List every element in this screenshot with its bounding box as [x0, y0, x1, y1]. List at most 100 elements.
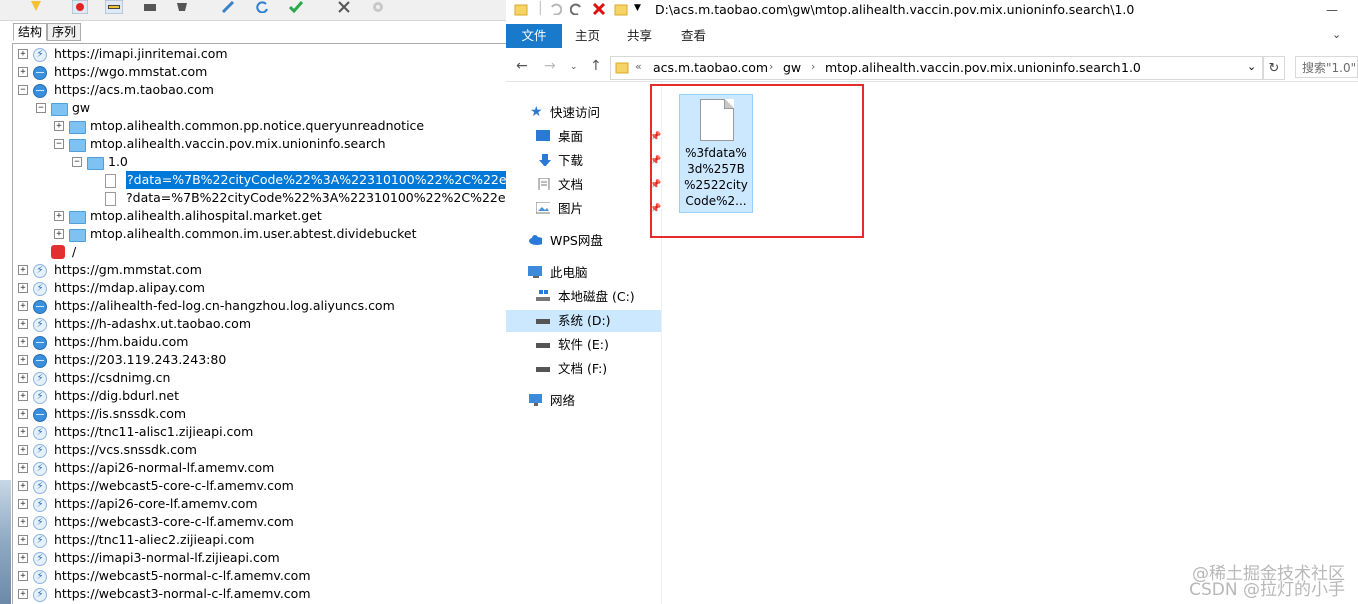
expand-toggle-icon[interactable]: + [18, 355, 28, 365]
expand-toggle-icon[interactable]: + [18, 481, 28, 491]
expand-toggle-icon[interactable]: + [18, 553, 28, 563]
tab-home[interactable]: 主页 [575, 24, 600, 48]
nav-drive-f[interactable]: 文档 (F:) [536, 358, 661, 380]
tree-node[interactable]: − gw [13, 99, 506, 117]
breadcrumb-host[interactable]: acs.m.taobao.com [653, 60, 768, 75]
nav-drive-c[interactable]: 本地磁盘 (C:) [536, 286, 661, 308]
tree-node[interactable]: + ⚡ https://api26-normal-lf.amemv.com [13, 459, 506, 477]
tree-node[interactable]: + ⚡ https://vcs.snssdk.com [13, 441, 506, 459]
customize-dropdown-icon[interactable]: ▼ [634, 3, 641, 13]
address-bar[interactable]: « acs.m.taobao.com › gw › mtop.alihealth… [610, 56, 1263, 80]
tree-node[interactable]: + https://hm.baidu.com [13, 333, 506, 351]
nav-desktop[interactable]: 桌面 📌 [536, 126, 661, 148]
expand-toggle-icon[interactable]: + [18, 337, 28, 347]
expand-toggle-icon[interactable]: + [54, 229, 64, 239]
tree-node[interactable]: − mtop.alihealth.vaccin.pov.mix.unioninfo… [13, 135, 506, 153]
recent-dropdown-icon[interactable]: ⌄ [570, 62, 578, 72]
tree-node[interactable]: + ⚡ https://api26-core-lf.amemv.com [13, 495, 506, 513]
expand-toggle-icon[interactable]: + [18, 49, 28, 59]
tree-node[interactable]: ?data=%7B%22cityCode%22%3A%22310100%22%2… [13, 171, 506, 189]
tree-node[interactable]: + https://wgo.mmstat.com [13, 63, 506, 81]
expand-ribbon-icon[interactable]: ⌄ [1332, 28, 1341, 41]
expand-toggle-icon[interactable]: + [54, 121, 64, 131]
tree-node[interactable]: + ⚡ https://imapi.jinritemai.com [13, 45, 506, 63]
expand-toggle-icon[interactable]: + [18, 391, 28, 401]
forward-arrow-icon[interactable]: → [544, 58, 556, 74]
tree-node[interactable]: + https://is.snssdk.com [13, 405, 506, 423]
breakpoint-icon[interactable] [140, 0, 160, 14]
expand-toggle-icon[interactable]: + [18, 283, 28, 293]
address-dropdown-icon[interactable]: ⌄ [1247, 60, 1256, 73]
new-folder-icon[interactable] [614, 2, 628, 16]
check-icon[interactable] [286, 0, 306, 14]
pen-icon[interactable] [26, 0, 46, 14]
tree-node[interactable]: + https://203.119.243.243:80 [13, 351, 506, 369]
tools-icon[interactable] [334, 0, 354, 14]
expand-toggle-icon[interactable]: + [18, 373, 28, 383]
expand-toggle-icon[interactable]: + [18, 409, 28, 419]
tab-share[interactable]: 共享 [627, 24, 652, 48]
expand-toggle-icon[interactable]: + [18, 589, 28, 599]
tree-node[interactable]: + ⚡ https://webcast5-normal-c-lf.amemv.com [13, 567, 506, 585]
tree-node[interactable]: + ⚡ https://dig.bdurl.net [13, 387, 506, 405]
tree-node[interactable]: − 1.0 [13, 153, 506, 171]
tree-node[interactable]: + mtop.alihealth.alihospital.market.get [13, 207, 506, 225]
tab-structure[interactable]: 结构 [13, 23, 48, 41]
tree-node[interactable]: / [13, 243, 506, 261]
collapse-toggle-icon[interactable]: − [54, 139, 64, 149]
expand-toggle-icon[interactable]: + [18, 571, 28, 581]
expand-toggle-icon[interactable]: + [18, 517, 28, 527]
expand-toggle-icon[interactable]: + [54, 211, 64, 221]
tree-node[interactable]: + ⚡ https://h-adashx.ut.taobao.com [13, 315, 506, 333]
tree-node[interactable]: + mtop.alihealth.common.pp.notice.queryun… [13, 117, 506, 135]
expand-toggle-icon[interactable]: + [18, 265, 28, 275]
expand-toggle-icon[interactable]: + [18, 499, 28, 509]
tree-node[interactable]: + ⚡ https://webcast5-core-c-lf.amemv.com [13, 477, 506, 495]
delete-x-icon[interactable] [592, 3, 606, 15]
refresh-icon[interactable]: ↻ [1263, 56, 1285, 80]
nav-downloads[interactable]: 下载 📌 [536, 150, 661, 172]
tab-sequence[interactable]: 序列 [47, 23, 82, 41]
tree-node[interactable]: + ⚡ https://imapi3-normal-lf.zijieapi.com [13, 549, 506, 567]
tree-node[interactable]: + ⚡ https://webcast3-normal-c-lf.amemv.com [13, 585, 506, 603]
expand-toggle-icon[interactable]: + [18, 463, 28, 473]
nav-drive-e[interactable]: 软件 (E:) [536, 334, 661, 356]
undo-icon[interactable] [548, 3, 562, 15]
record-icon[interactable] [70, 0, 90, 14]
nav-pictures[interactable]: 图片 📌 [536, 198, 661, 220]
throttle-icon[interactable] [104, 0, 124, 14]
nav-drive-d[interactable]: 系统 (D:) [506, 310, 661, 332]
tree-node[interactable]: + ⚡ https://mdap.alipay.com [13, 279, 506, 297]
search-input[interactable]: 搜索"1.0" [1295, 56, 1358, 78]
collapse-toggle-icon[interactable]: − [36, 103, 46, 113]
tree-node[interactable]: − https://acs.m.taobao.com [13, 81, 506, 99]
tree-node[interactable]: + ⚡ https://webcast3-core-c-lf.amemv.com [13, 513, 506, 531]
collapse-toggle-icon[interactable]: − [72, 157, 82, 167]
collapse-toggle-icon[interactable]: − [18, 85, 28, 95]
expand-toggle-icon[interactable]: + [18, 445, 28, 455]
minimize-icon[interactable]: — [1326, 3, 1338, 17]
breadcrumb-api[interactable]: mtop.alihealth.vaccin.pov.mix.unioninfo.… [825, 60, 1121, 75]
breadcrumb-version[interactable]: 1.0 [1121, 60, 1141, 75]
back-arrow-icon[interactable]: ← [516, 58, 528, 74]
expand-toggle-icon[interactable]: + [18, 535, 28, 545]
breadcrumb-overflow[interactable]: « [635, 60, 642, 73]
tree-node[interactable]: + ⚡ https://csdnimg.cn [13, 369, 506, 387]
breadcrumb-gw[interactable]: gw [783, 60, 801, 75]
expand-toggle-icon[interactable]: + [18, 67, 28, 77]
expand-toggle-icon[interactable]: + [18, 319, 28, 329]
tree-node[interactable]: ?data=%7B%22cityCode%22%3A%22310100%22%2… [13, 189, 506, 207]
compose-pen-icon[interactable] [218, 0, 238, 14]
up-arrow-icon[interactable]: ↑ [590, 58, 602, 74]
stop-icon[interactable] [172, 0, 192, 14]
tab-view[interactable]: 查看 [681, 24, 706, 48]
expand-toggle-icon[interactable]: + [18, 301, 28, 311]
tree-node[interactable]: + mtop.alihealth.common.im.user.abtest.di… [13, 225, 506, 243]
tab-file[interactable]: 文件 [506, 24, 562, 48]
tree-node[interactable]: + ⚡ https://gm.mmstat.com [13, 261, 506, 279]
tree-node[interactable]: + ⚡ https://tnc11-aliec2.zijieapi.com [13, 531, 506, 549]
tree-node[interactable]: + https://alihealth-fed-log.cn-hangzhou.l… [13, 297, 506, 315]
expand-toggle-icon[interactable]: + [18, 427, 28, 437]
redo-icon[interactable] [570, 3, 584, 15]
refresh-icon[interactable] [252, 0, 272, 14]
